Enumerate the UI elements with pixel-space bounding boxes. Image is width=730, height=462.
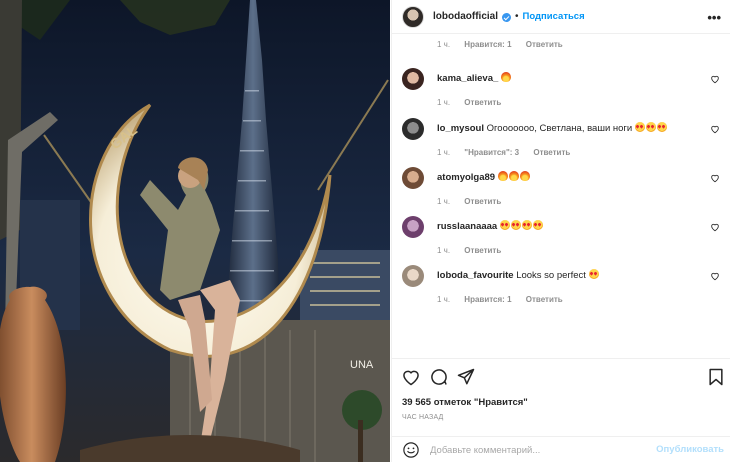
comment-icon[interactable] bbox=[429, 367, 449, 387]
post-header: lobodaofficial • Подписаться ••• bbox=[392, 0, 730, 34]
comment-reply-button[interactable]: Ответить bbox=[464, 98, 501, 107]
heart-eyes-emoji-icon bbox=[645, 122, 656, 132]
photo-illustration: UNA GAL bbox=[0, 0, 390, 462]
comment-meta: 1 ч. Ответить bbox=[437, 246, 513, 255]
heart-icon[interactable] bbox=[401, 367, 421, 387]
comment-meta: 1 ч. Нравится: 1 Ответить bbox=[437, 295, 575, 304]
more-options-icon[interactable]: ••• bbox=[707, 10, 721, 25]
comment-body: atomyolga89 bbox=[437, 171, 707, 184]
comment-emoji bbox=[588, 269, 600, 281]
comment-time: 1 ч. bbox=[437, 98, 451, 107]
comment-body: russlaanaaaa bbox=[437, 220, 707, 233]
comment-time: 1 ч. bbox=[437, 246, 451, 255]
likes-count[interactable]: 39 565 отметок "Нравится" bbox=[402, 397, 528, 408]
heart-eyes-emoji-icon bbox=[656, 122, 667, 132]
comment-reply-button[interactable]: Ответить bbox=[464, 246, 501, 255]
comment-input[interactable] bbox=[430, 442, 645, 458]
post-photo[interactable]: UNA GAL bbox=[0, 0, 390, 462]
comment-username[interactable]: atomyolga89 bbox=[437, 172, 495, 183]
instagram-post-modal: UNA GAL lobodaofficial • Подписаться •••… bbox=[0, 0, 730, 462]
publish-button[interactable]: Опубликовать bbox=[656, 444, 724, 455]
comment-like-heart-icon[interactable] bbox=[710, 74, 720, 84]
heart-eyes-emoji-icon bbox=[532, 220, 543, 230]
comment-reply-button[interactable]: Ответить bbox=[526, 295, 563, 304]
comment-reply-button[interactable]: Ответить bbox=[533, 148, 570, 157]
share-icon[interactable] bbox=[456, 367, 476, 387]
comment-username[interactable]: loboda_favourite bbox=[437, 270, 514, 281]
comment-likes[interactable]: Нравится: 1 bbox=[464, 295, 511, 304]
photo-logo: UNA bbox=[350, 359, 374, 371]
comment-likes[interactable]: "Нравится": 3 bbox=[464, 148, 519, 157]
post-actions: 39 565 отметок "Нравится" ЧАС НАЗАД Опуб… bbox=[392, 358, 730, 462]
heart-eyes-emoji-icon bbox=[499, 220, 510, 230]
comment-text: Looks so perfect bbox=[516, 270, 586, 281]
comment-time: 1 ч. bbox=[437, 197, 451, 206]
fire-emoji-icon bbox=[519, 171, 530, 181]
comment-meta: 1 ч. Ответить bbox=[437, 98, 513, 107]
comment-time: 1 ч. bbox=[437, 148, 451, 157]
comment-emoji bbox=[499, 220, 544, 232]
comment-like-heart-icon[interactable] bbox=[710, 173, 720, 183]
comment-reply-button[interactable]: Ответить bbox=[526, 40, 563, 49]
comment-emoji bbox=[500, 72, 512, 84]
comment-username[interactable]: russlaanaaaa bbox=[437, 221, 497, 232]
emoji-icon[interactable] bbox=[402, 441, 420, 459]
comment-emoji bbox=[497, 171, 531, 183]
heart-eyes-emoji-icon bbox=[521, 220, 532, 230]
comment-like-heart-icon[interactable] bbox=[710, 124, 720, 134]
heart-eyes-emoji-icon bbox=[510, 220, 521, 230]
comments-list[interactable]: 1 ч. Нравится: 1 Ответить kama_alieva_ 1… bbox=[392, 34, 730, 358]
follow-button[interactable]: Подписаться bbox=[523, 11, 585, 22]
fire-emoji-icon bbox=[508, 171, 519, 181]
post-timestamp: ЧАС НАЗАД bbox=[402, 414, 444, 421]
heart-eyes-emoji-icon bbox=[634, 122, 645, 132]
header-separator: • bbox=[515, 11, 519, 22]
comment-likes[interactable]: Нравится: 1 bbox=[464, 40, 511, 49]
comment-time: 1 ч. bbox=[437, 295, 451, 304]
comment-username[interactable]: lo_mysoul bbox=[437, 123, 484, 134]
comment-avatar[interactable] bbox=[402, 265, 424, 287]
comment-like-heart-icon[interactable] bbox=[710, 222, 720, 232]
comment-meta: 1 ч. "Нравится": 3 Ответить bbox=[437, 148, 582, 157]
fire-emoji-icon bbox=[497, 171, 508, 181]
comment-username[interactable]: kama_alieva_ bbox=[437, 73, 498, 84]
add-comment-bar: Опубликовать bbox=[392, 436, 730, 462]
comment-avatar[interactable] bbox=[402, 68, 424, 90]
comment-body: kama_alieva_ bbox=[437, 72, 707, 85]
author-avatar[interactable] bbox=[402, 5, 424, 28]
comment-meta: 1 ч. Нравится: 1 Ответить bbox=[437, 40, 575, 49]
comment-avatar[interactable] bbox=[402, 167, 424, 189]
post-side-panel: lobodaofficial • Подписаться ••• 1 ч. Нр… bbox=[391, 0, 730, 462]
verified-badge-icon bbox=[502, 13, 511, 22]
heart-eyes-emoji-icon bbox=[588, 269, 599, 279]
bookmark-icon[interactable] bbox=[706, 367, 726, 387]
comment-text: Огооооооо, Светлана, ваши ноги bbox=[486, 123, 633, 134]
comment-meta: 1 ч. Ответить bbox=[437, 197, 513, 206]
comment-like-heart-icon[interactable] bbox=[710, 271, 720, 281]
comment-body: loboda_favourite Looks so perfect bbox=[437, 269, 707, 282]
author-username[interactable]: lobodaofficial bbox=[433, 11, 498, 22]
comment-avatar[interactable] bbox=[402, 216, 424, 238]
comment-reply-button[interactable]: Ответить bbox=[464, 197, 501, 206]
fire-emoji-icon bbox=[500, 72, 511, 82]
comment-time: 1 ч. bbox=[437, 40, 451, 49]
comment-body: lo_mysoul Огооооооо, Светлана, ваши ноги bbox=[437, 122, 707, 135]
comment-avatar[interactable] bbox=[402, 118, 424, 140]
comment-emoji bbox=[634, 122, 668, 134]
